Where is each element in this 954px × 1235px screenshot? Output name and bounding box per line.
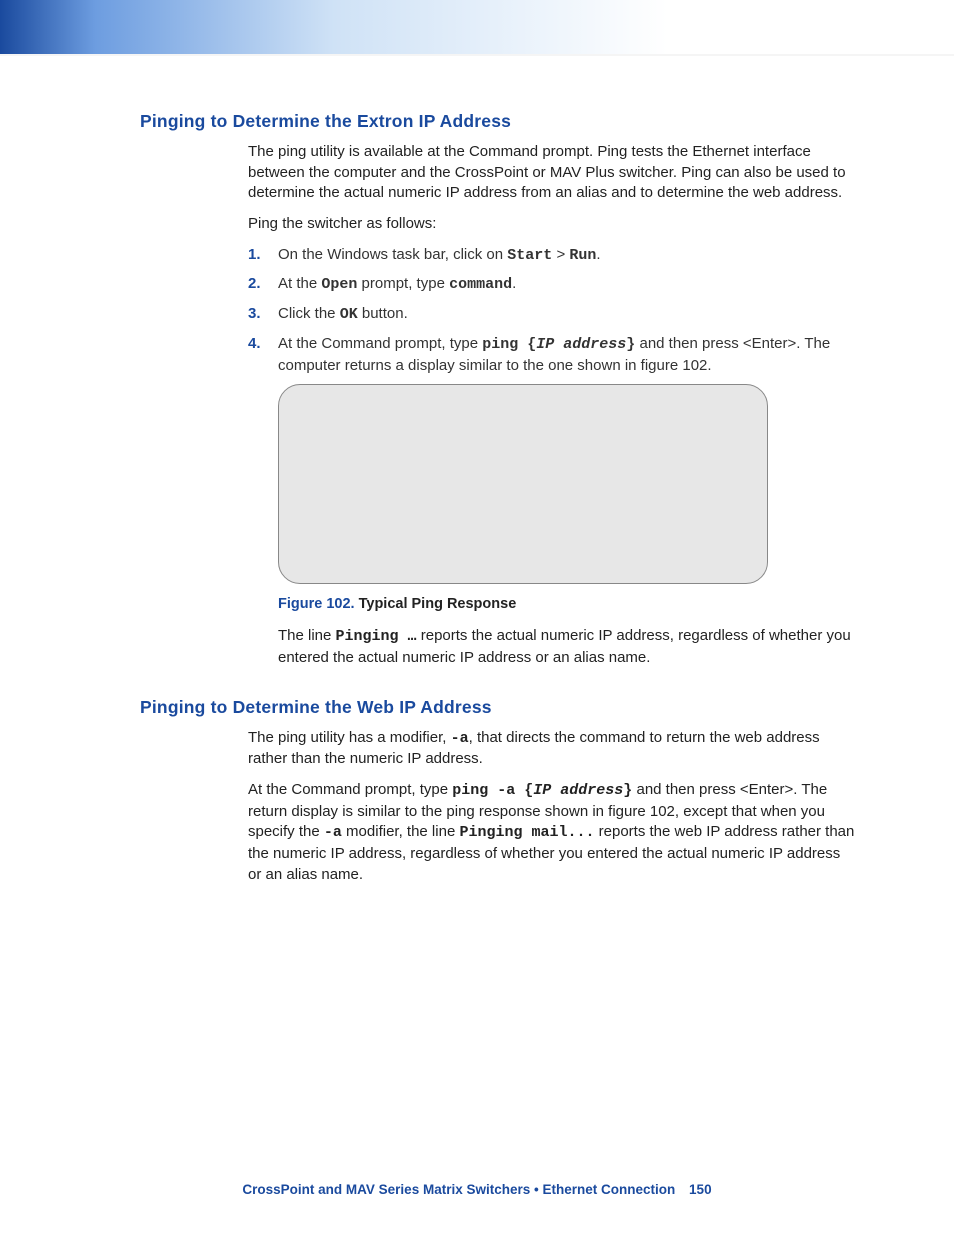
step-2: 2. At the Open prompt, type command. xyxy=(248,274,856,296)
step-text: On the Windows task bar, click on Start … xyxy=(278,246,601,263)
section-heading-extron-ip: Pinging to Determine the Extron IP Addre… xyxy=(140,111,856,132)
web-ip-p2: At the Command prompt, type ping -a {IP … xyxy=(248,780,856,885)
intro-paragraph: The ping utility is available at the Com… xyxy=(248,142,856,204)
code-start: Start xyxy=(507,247,552,264)
figure-label: Figure 102. xyxy=(278,596,355,612)
step-3: 3. Click the OK button. xyxy=(248,304,856,326)
code-pinging: Pinging … xyxy=(336,628,417,645)
step-text: At the Open prompt, type command. xyxy=(278,275,516,292)
step-text: At the Command prompt, type ping {IP add… xyxy=(278,335,830,374)
code-ping-close: } xyxy=(626,336,635,353)
section-heading-web-ip: Pinging to Determine the Web IP Address xyxy=(140,697,856,718)
figure-102-placeholder xyxy=(278,384,768,584)
code-ping-a-close: } xyxy=(623,782,632,799)
step-4: 4. At the Command prompt, type ping {IP … xyxy=(248,334,856,376)
step-number: 1. xyxy=(248,245,261,266)
code-ip-address-2: IP address xyxy=(533,782,623,799)
step-number: 3. xyxy=(248,304,261,325)
footer-page-number: 150 xyxy=(689,1182,712,1197)
code-a-modifier-2: -a xyxy=(324,824,342,841)
after-figure-paragraph: The line Pinging … reports the actual nu… xyxy=(278,626,856,668)
step-text: Click the OK button. xyxy=(278,305,408,322)
step-1: 1. On the Windows task bar, click on Sta… xyxy=(248,245,856,267)
page-footer: CrossPoint and MAV Series Matrix Switche… xyxy=(0,1182,954,1197)
lead-paragraph: Ping the switcher as follows: xyxy=(248,214,856,235)
code-open: Open xyxy=(321,276,357,293)
steps-list: 1. On the Windows task bar, click on Sta… xyxy=(248,245,856,376)
web-ip-p1: The ping utility has a modifier, -a, tha… xyxy=(248,728,856,770)
footer-product: CrossPoint and MAV Series Matrix Switche… xyxy=(242,1182,530,1197)
footer-separator: • xyxy=(534,1182,543,1197)
code-ping-open: ping { xyxy=(482,336,536,353)
footer-section: Ethernet Connection xyxy=(543,1182,676,1197)
section2-body: The ping utility has a modifier, -a, tha… xyxy=(248,728,856,886)
section1-body: The ping utility is available at the Com… xyxy=(248,142,856,669)
figure-title: Typical Ping Response xyxy=(359,596,517,612)
code-run: Run xyxy=(569,247,596,264)
page-content: Pinging to Determine the Extron IP Addre… xyxy=(0,56,954,885)
step-number: 2. xyxy=(248,274,261,295)
code-pinging-mail: Pinging mail... xyxy=(459,824,594,841)
code-ok: OK xyxy=(340,306,358,323)
code-a-modifier: -a xyxy=(451,730,469,747)
header-gradient-bar xyxy=(0,0,954,56)
code-command: command xyxy=(449,276,512,293)
code-ping-a-open: ping -a { xyxy=(452,782,533,799)
figure-102-caption: Figure 102. Typical Ping Response xyxy=(278,596,856,612)
code-ip-address: IP address xyxy=(536,336,626,353)
step-number: 4. xyxy=(248,334,261,355)
